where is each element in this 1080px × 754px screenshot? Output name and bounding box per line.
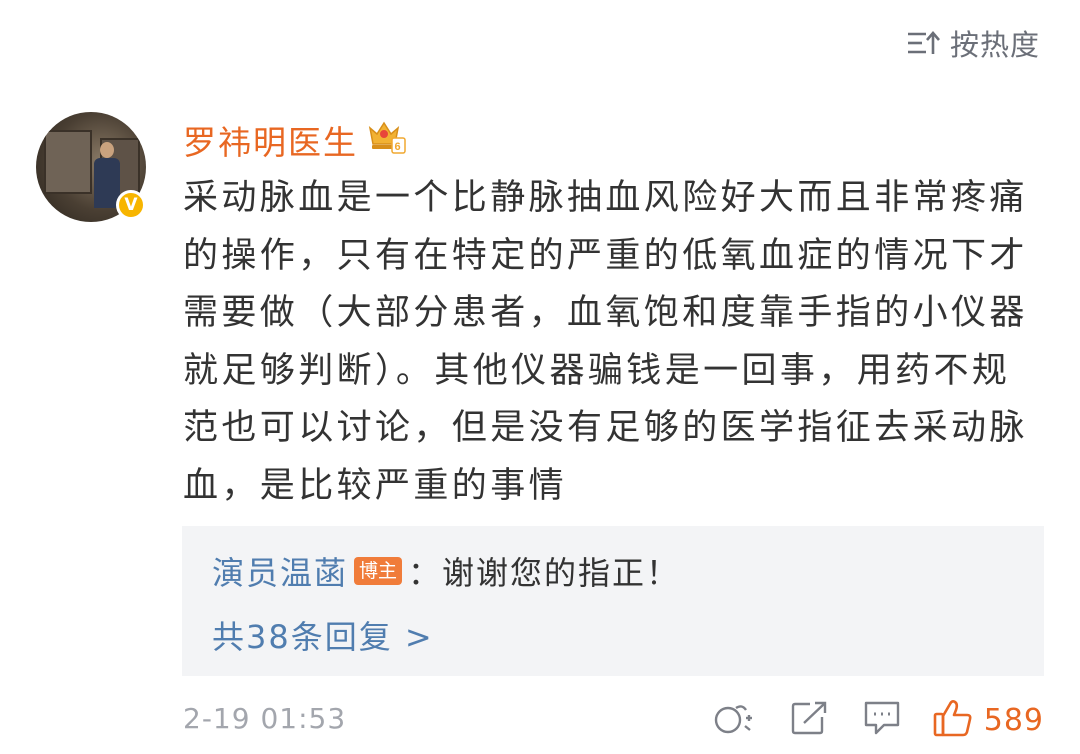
crown-level-badge-icon: 6	[366, 118, 406, 162]
comment-author[interactable]: 罗祎明医生 6	[183, 116, 406, 164]
sort-label: 按热度	[949, 28, 1040, 62]
author-name[interactable]: 罗祎明医生	[183, 116, 358, 164]
sort-by-popularity[interactable]: 按热度	[906, 22, 1040, 64]
verified-badge-icon: V	[116, 190, 146, 220]
avatar-person	[100, 142, 114, 158]
reply-text: ：谢谢您的指正！	[408, 554, 681, 592]
thumbs-up-icon	[932, 698, 974, 742]
comment-text: 采动脉血是一个比静脉抽血风险好大而且非常疼痛的操作，只有在特定的严重的低氧血症的…	[183, 178, 1028, 506]
reply-item: 演员温菡 博主 ：谢谢您的指正！	[212, 548, 680, 594]
comment-icon	[862, 699, 902, 741]
reply-author[interactable]: 演员温菡	[212, 548, 348, 594]
like-button[interactable]: 589	[932, 698, 1044, 742]
share-icon	[712, 700, 756, 740]
comment-actions: 589	[712, 698, 1044, 742]
forward-button[interactable]	[790, 700, 828, 740]
share-button[interactable]	[712, 700, 756, 740]
comment-timestamp: 2-19 01:53	[183, 702, 347, 735]
view-all-replies-link[interactable]: 共38条回复 >	[212, 612, 434, 658]
author-level: 6	[394, 141, 402, 153]
sort-icon	[906, 29, 940, 57]
like-count: 589	[983, 702, 1044, 738]
forward-icon	[790, 700, 828, 740]
avatar-bookshelf	[44, 130, 92, 194]
reply-preview[interactable]: 演员温菡 博主 ：谢谢您的指正！ 共38条回复 >	[182, 526, 1044, 676]
comment-button[interactable]	[862, 699, 902, 741]
blogger-tag-badge: 博主	[354, 557, 403, 585]
